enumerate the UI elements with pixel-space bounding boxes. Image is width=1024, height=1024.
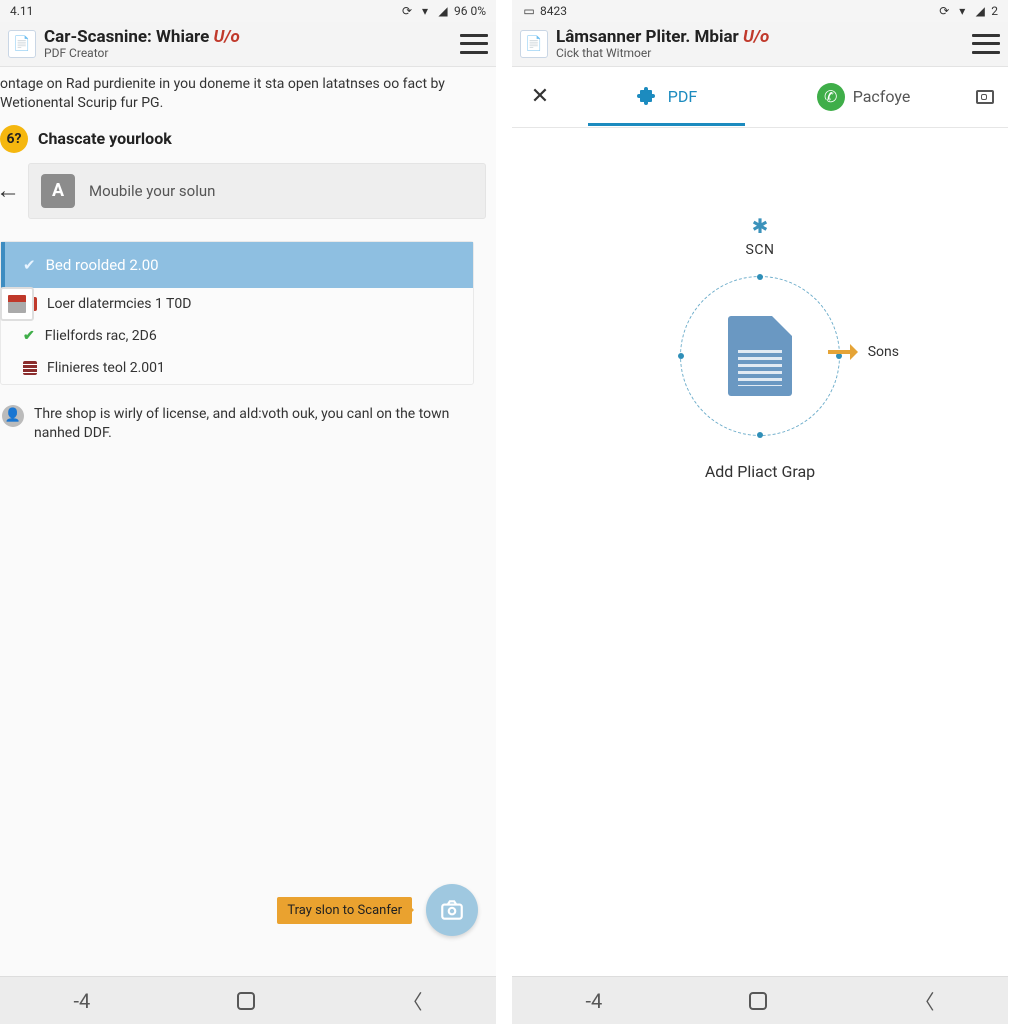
arrow-label: Sons [868,344,899,360]
list-item[interactable]: Loer dlatermcies 1 T0D [1,288,473,320]
fab-tooltip: Tray slon to Scanfer [277,897,412,924]
app-header: 📄 Lâmsanner Pliter. Mbiar U/o Cick that … [512,22,1008,67]
tab-more[interactable] [962,74,1008,120]
document-icon [728,316,792,396]
tab-label: Pacfoye [853,87,911,106]
app-subtitle: Cick that Witmoer [556,47,964,60]
app-title-accent: U/o [743,27,769,47]
puzzle-icon [636,85,660,109]
signal-icon: ◢ [973,4,987,18]
avatar-icon: 👤 [2,405,24,427]
scn-label: SCN [746,242,775,258]
footnote: 👤 Thre shop is wirly of license, and ald… [0,385,496,453]
scan-fab[interactable] [426,884,478,936]
font-icon: A [41,174,75,208]
empty-caption: Add Pliact Grap [705,462,815,481]
export-arrow: Sons [828,344,899,360]
status-battery: 96 0% [454,4,486,18]
close-button[interactable]: ✕ [512,68,568,125]
list-item-label: Flielfords rac, 2D6 [45,328,157,344]
card-icon: ▭ [522,4,536,18]
app-title-accent: U/o [214,27,240,47]
handle-icon [757,432,763,438]
scn-marker: ✱ SCN [746,214,775,258]
nav-recent[interactable]: -4 [586,989,603,1013]
app-title: Car-Scasnine: Whiare U/o [44,28,452,47]
grid-icon [23,361,37,375]
tab-label: PDF [668,87,697,106]
document-thumbnail[interactable] [0,287,34,321]
system-nav: -4 〈 [0,976,496,1024]
system-nav: -4 〈 [512,976,1008,1024]
app-header: 📄 Car-Scasnine: Whiare U/o PDF Creator [0,22,496,67]
list-item-label: Loer dlatermcies 1 T0D [47,296,191,312]
menu-button[interactable] [460,34,488,54]
document-list: ✔ Bed roolded 2.00 Loer dlatermcies 1 T0… [0,241,474,385]
status-bar: 4.11 ⟳ ▾ ◢ 96 0% [0,0,496,22]
back-arrow-icon[interactable]: ← [0,177,22,205]
fab-container: Tray slon to Scanfer [277,884,478,936]
app-title: Lâmsanner Pliter. Mbiar U/o [556,28,964,47]
tab-pdf[interactable]: PDF [568,69,765,125]
status-battery: 2 [991,4,998,18]
status-time: 4.11 [10,4,33,18]
add-document-target[interactable]: Sons [680,276,840,436]
wifi-icon: ▾ [418,4,432,18]
step-badge: 6? [0,125,28,153]
list-item-selected[interactable]: ✔ Bed roolded 2.00 [1,242,473,288]
footnote-text: Thre shop is wirly of license, and ald:v… [34,405,472,443]
signal-icon: ◢ [436,4,450,18]
image-icon [976,90,994,104]
app-logo-icon: 📄 [520,30,548,58]
handle-icon [678,353,684,359]
step-row: 6? Chascate yourlook [0,119,496,163]
whatsapp-icon: ✆ [817,83,845,111]
app-title-text: Car-Scasnine: Whiare [44,27,209,47]
list-item[interactable]: ✔ Flielfords rac, 2D6 [1,320,473,352]
tab-bar: ✕ PDF ✆ Pacfoye [512,67,1008,128]
intro-text: ontage on Rad purdienite in you doneme i… [0,67,496,119]
app-title-text: Lâmsanner Pliter. Mbiar [556,27,739,47]
list-item-label: Flinieres teol 2.001 [47,360,165,376]
menu-button[interactable] [972,34,1000,54]
wifi-icon: ▾ [955,4,969,18]
nav-home[interactable] [237,992,255,1010]
app-logo-icon: 📄 [8,30,36,58]
nav-back[interactable]: 〈 [914,986,934,1015]
status-bar: ▭ 8423 ⟳ ▾ ◢ 2 [512,0,1008,22]
empty-state: ✱ SCN Sons Add Pliact Grap [512,128,1008,976]
list-item[interactable]: Flinieres teol 2.001 [1,352,473,384]
tab-pacfoye[interactable]: ✆ Pacfoye [765,67,962,127]
status-time: 8423 [540,4,567,18]
nav-home[interactable] [749,992,767,1010]
handle-icon [757,274,763,280]
nav-back[interactable]: 〈 [402,986,422,1015]
sync-icon: ⟳ [400,4,414,18]
camera-icon [439,897,465,923]
text-input-row[interactable]: A Moubile your solun [28,163,486,219]
check-icon: ✔ [23,256,36,274]
app-subtitle: PDF Creator [44,47,452,60]
check-icon: ✔ [23,328,35,344]
star-icon: ✱ [752,214,769,238]
phone-right: ▭ 8423 ⟳ ▾ ◢ 2 📄 Lâmsanner Pliter. Mbiar… [512,0,1024,1024]
nav-recent[interactable]: -4 [74,989,91,1013]
sync-icon: ⟳ [937,4,951,18]
input-placeholder: Moubile your solun [89,182,215,200]
step-title: Chascate yourlook [38,129,172,148]
arrow-icon [828,350,856,354]
phone-left: 4.11 ⟳ ▾ ◢ 96 0% 📄 Car-Scasnine: Whiare … [0,0,512,1024]
list-item-label: Bed roolded 2.00 [46,256,159,274]
